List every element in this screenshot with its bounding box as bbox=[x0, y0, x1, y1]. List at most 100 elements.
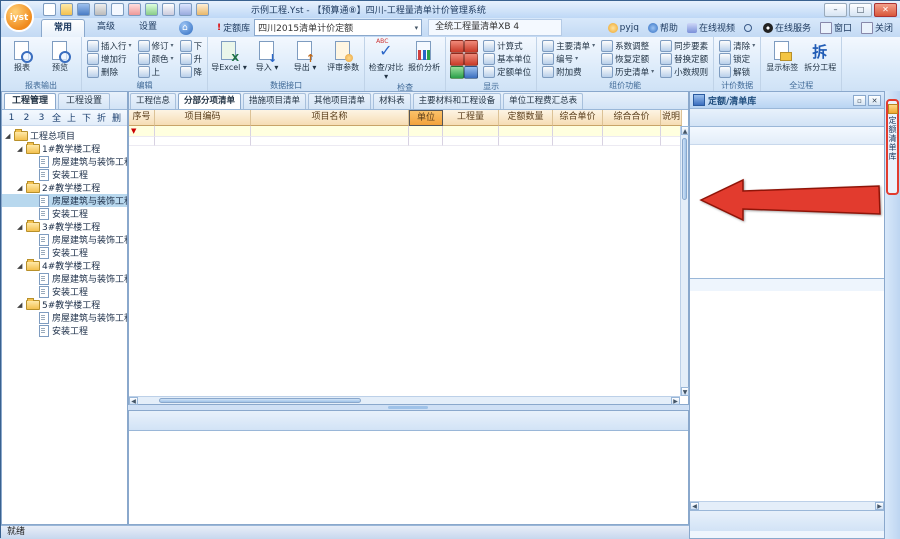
scroll-right-icon[interactable]: ▶ bbox=[671, 397, 680, 405]
tree-node[interactable]: ◢4#教学楼工程 bbox=[2, 259, 127, 272]
main-tab-0[interactable]: 工程信息 bbox=[130, 93, 176, 109]
scrollbar-thumb[interactable] bbox=[682, 138, 687, 200]
ribbon-small-button[interactable]: 锁定 bbox=[717, 52, 757, 65]
display-toggle-icon[interactable] bbox=[450, 53, 464, 66]
tree-node[interactable]: ◢5#教学楼工程 bbox=[2, 298, 127, 311]
ribbon-small-button[interactable]: 解锁 bbox=[717, 65, 757, 78]
ribbon-small-button[interactable]: 计算式 bbox=[481, 39, 533, 52]
column-header[interactable]: 项目编码 bbox=[155, 110, 251, 126]
ribbon-button[interactable]: 检查/对比 ▾ bbox=[367, 38, 405, 82]
tree-node[interactable]: 安装工程 bbox=[2, 207, 127, 220]
formula-icon[interactable] bbox=[162, 3, 175, 16]
display-toggle-icon[interactable] bbox=[450, 40, 464, 53]
tree-node[interactable]: ◢1#教学楼工程 bbox=[2, 142, 127, 155]
display-toggle-icon[interactable] bbox=[464, 40, 478, 53]
tree-toolbar-button-7[interactable]: 删 bbox=[110, 111, 123, 124]
ribbon-small-button[interactable]: 小数规则 bbox=[658, 65, 710, 78]
left-panel-tab-1[interactable]: 工程设置 bbox=[58, 93, 110, 109]
ribbon-button[interactable]: 导Excel ▾ bbox=[210, 38, 248, 80]
expander-icon[interactable]: ◢ bbox=[17, 223, 26, 231]
tree-toolbar-button-2[interactable]: 3 bbox=[35, 113, 48, 123]
column-header[interactable]: 说明 bbox=[661, 110, 682, 126]
open-icon[interactable] bbox=[60, 3, 73, 16]
library-list-scrollbar[interactable]: ◀ ▶ bbox=[690, 501, 884, 510]
save-icon[interactable] bbox=[77, 3, 90, 16]
ribbon-small-button[interactable]: 修订▾ bbox=[136, 39, 176, 52]
ribbon-small-button[interactable]: 下 bbox=[178, 39, 205, 52]
ribbon-button[interactable]: 导入 ▾ bbox=[248, 38, 286, 80]
display-toggle-icon[interactable] bbox=[464, 66, 478, 79]
ribbon-small-button[interactable]: 插入行▾ bbox=[85, 39, 134, 52]
spec-select[interactable]: 全统工程量清单XB 4 bbox=[428, 19, 562, 36]
ribbon-small-button[interactable]: 编号▾ bbox=[540, 52, 597, 65]
vertical-scrollbar[interactable]: ▲ ▼ bbox=[680, 126, 688, 396]
panel-close-button[interactable]: ✕ bbox=[868, 95, 881, 106]
column-header[interactable]: 综合合价 bbox=[603, 110, 661, 126]
redo-icon[interactable] bbox=[196, 3, 209, 16]
ribbon-small-button[interactable]: 附加费 bbox=[540, 65, 597, 78]
column-header[interactable]: 项目名称 bbox=[251, 110, 409, 126]
main-tab-5[interactable]: 主要材料和工程设备 bbox=[413, 93, 502, 109]
main-tab-1[interactable]: 分部分项清单 bbox=[178, 93, 241, 109]
ribbon-button[interactable]: 报表 bbox=[3, 38, 41, 80]
tree-toolbar-button-1[interactable]: 2 bbox=[20, 113, 33, 123]
menubar-item[interactable]: 窗口 bbox=[820, 21, 852, 34]
new-file-icon[interactable] bbox=[43, 3, 56, 16]
grid-row[interactable] bbox=[129, 137, 680, 146]
tree-node[interactable]: ◢3#教学楼工程 bbox=[2, 220, 127, 233]
filter-icon[interactable]: ▼ bbox=[131, 127, 136, 135]
menubar-item[interactable]: pyjq bbox=[608, 23, 639, 33]
home-icon[interactable] bbox=[179, 21, 193, 35]
tree-node[interactable]: ◢2#教学楼工程 bbox=[2, 181, 127, 194]
tree-node[interactable]: 房屋建筑与装饰工程 bbox=[2, 194, 127, 207]
tree-toolbar-button-0[interactable]: 1 bbox=[5, 113, 18, 123]
ribbon-button[interactable]: 拆分工程 bbox=[801, 38, 839, 80]
column-header[interactable]: 单位 bbox=[409, 110, 443, 126]
ribbon-small-button[interactable]: 降 bbox=[178, 65, 205, 78]
expander-icon[interactable]: ◢ bbox=[17, 262, 26, 270]
ribbon-button[interactable]: 导出 ▾ bbox=[286, 38, 324, 80]
left-panel-tab-0[interactable]: 工程管理 bbox=[4, 93, 56, 109]
display-toggle-icon[interactable] bbox=[464, 53, 478, 66]
tree-node[interactable]: 房屋建筑与装饰工程 bbox=[2, 272, 127, 285]
undo-icon[interactable] bbox=[179, 3, 192, 16]
expander-icon[interactable]: ◢ bbox=[17, 145, 26, 153]
ribbon-button[interactable]: 评审参数 bbox=[324, 38, 362, 80]
expander-icon[interactable]: ◢ bbox=[17, 301, 26, 309]
ribbon-small-button[interactable]: 定额单位 bbox=[481, 65, 533, 78]
ribbon-small-button[interactable]: 上 bbox=[136, 65, 176, 78]
ribbon-small-button[interactable]: 主要清单▾ bbox=[540, 39, 597, 52]
menubar-item[interactable]: 关闭 bbox=[861, 21, 893, 34]
main-tab-6[interactable]: 单位工程费汇总表 bbox=[503, 93, 583, 109]
ribbon-small-button[interactable]: 系数调整 bbox=[599, 39, 656, 52]
column-header[interactable]: 定额数量 bbox=[499, 110, 553, 126]
column-header[interactable]: 序号 bbox=[129, 110, 155, 126]
scroll-up-icon[interactable]: ▲ bbox=[681, 126, 689, 135]
tree-node[interactable]: 安装工程 bbox=[2, 285, 127, 298]
ribbon-button[interactable]: 显示标签 bbox=[763, 38, 801, 80]
scroll-right-icon[interactable]: ▶ bbox=[875, 502, 884, 510]
ribbon-small-button[interactable]: 替换定额 bbox=[658, 52, 710, 65]
tree-node[interactable]: 房屋建筑与装饰工程 bbox=[2, 233, 127, 246]
ribbon-small-button[interactable]: 基本单位 bbox=[481, 52, 533, 65]
menubar-item[interactable]: 在线视频 bbox=[687, 21, 735, 34]
ribbon-small-button[interactable]: 同步要素 bbox=[658, 39, 710, 52]
close-button[interactable]: ✕ bbox=[874, 3, 897, 17]
horizontal-scrollbar[interactable]: ◀ ▶ bbox=[129, 396, 680, 404]
tree-node[interactable]: 安装工程 bbox=[2, 168, 127, 181]
tree-toolbar-button-6[interactable]: 折 bbox=[95, 111, 108, 124]
ribbon-small-button[interactable]: 历史清单▾ bbox=[599, 65, 656, 78]
tree-node[interactable]: 房屋建筑与装饰工程 bbox=[2, 311, 127, 324]
main-tab-2[interactable]: 措施项目清单 bbox=[243, 93, 306, 109]
library-side-tab annotation-highlight[interactable]: 定额清单库 bbox=[886, 99, 899, 195]
tree-node[interactable]: ◢工程总项目 bbox=[2, 129, 127, 142]
expander-icon[interactable]: ◢ bbox=[5, 132, 14, 140]
menubar-item[interactable]: 帮助 bbox=[648, 21, 678, 34]
ribbon-small-button[interactable]: 颜色▾ bbox=[136, 52, 176, 65]
menubar-item[interactable] bbox=[744, 24, 754, 32]
ribbon-small-button[interactable]: 删除 bbox=[85, 65, 134, 78]
column-header[interactable]: 综合单价 bbox=[553, 110, 603, 126]
grid-row[interactable]: ▼ bbox=[129, 126, 680, 137]
ribbon-small-button[interactable]: 升 bbox=[178, 52, 205, 65]
main-tab-4[interactable]: 材料表 bbox=[373, 93, 411, 109]
